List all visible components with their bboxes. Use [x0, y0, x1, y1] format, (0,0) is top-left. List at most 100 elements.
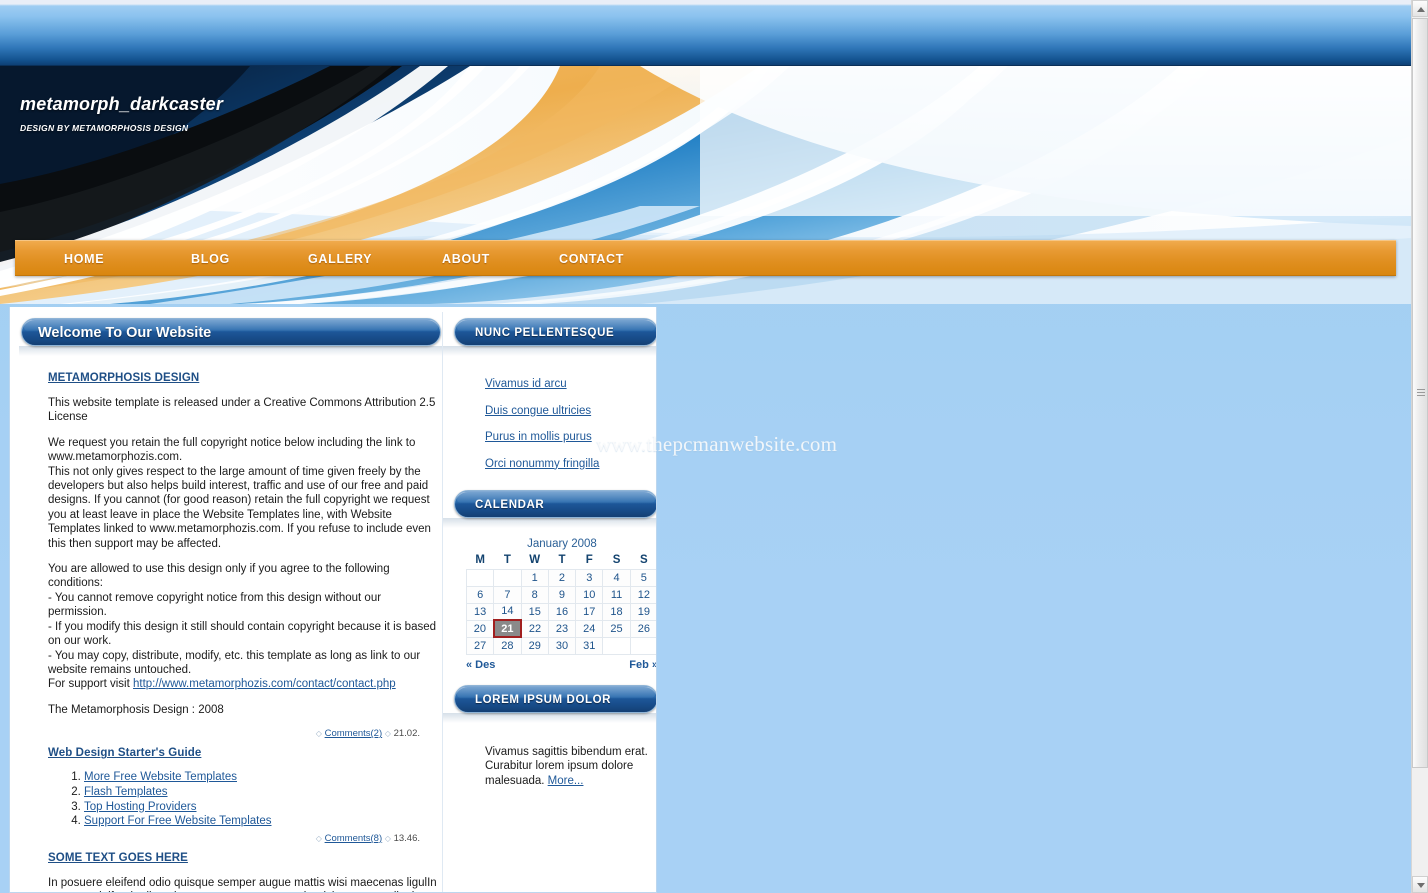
- post1-p2-line1: We request you retain the full copyright…: [48, 436, 416, 464]
- calendar-body: 1 2 3 4 5 6 7 8 9 10 11 12 13 14 15 16 17 18 19 20 21 22 23 24 2…: [465, 568, 656, 655]
- calendar-day[interactable]: 7: [493, 585, 522, 604]
- post2-link-4[interactable]: Support For Free Website Templates: [84, 815, 272, 827]
- post1-comments-link[interactable]: Comments(2): [325, 728, 383, 739]
- weekday-tue: T: [503, 553, 511, 566]
- sidebar-column: NUNC PELLENTESQUE Vivamus id arcu Duis c…: [442, 312, 656, 892]
- nunc-link-3[interactable]: Purus in mollis purus: [485, 431, 592, 443]
- calendar-week-row: 12345: [465, 568, 656, 587]
- post1-meta: ◇ Comments(2) ◇ 21.02.: [48, 728, 437, 739]
- calendar-day[interactable]: 5: [629, 568, 656, 587]
- site-brand-subtitle: DESIGN BY METAMORPHOSIS DESIGN: [20, 123, 189, 133]
- clock-icon: ◇: [384, 833, 391, 843]
- calendar-week-row: 20 21 22 23 24 25 26: [465, 619, 656, 638]
- calendar-day[interactable]: 29: [520, 636, 549, 655]
- calendar-day-today[interactable]: 21: [492, 619, 523, 638]
- calendar-day[interactable]: 6: [465, 585, 495, 604]
- post1-p2: We request you retain the full copyright…: [48, 436, 437, 551]
- calendar-week-row: 27 28 29 30 31: [465, 636, 656, 655]
- lorem-more-link[interactable]: More...: [548, 775, 584, 787]
- calendar-day[interactable]: 15: [520, 602, 549, 621]
- comment-bubble-icon: ◇: [315, 729, 322, 739]
- comment-bubble-icon: ◇: [315, 833, 322, 843]
- post2-comments-link[interactable]: Comments(8): [325, 833, 383, 844]
- calendar-day[interactable]: 11: [602, 585, 631, 604]
- nunc-link-2[interactable]: Duis congue ultricies: [485, 405, 591, 417]
- nunc-link-list: Vivamus id arcu Duis congue ultricies Pu…: [443, 374, 656, 472]
- nunc-panel-heading: NUNC PELLENTESQUE: [454, 318, 656, 346]
- calendar-day[interactable]: 17: [575, 602, 604, 621]
- calendar-day[interactable]: 24: [575, 619, 604, 638]
- post3-p1: In posuere eleifend odio quisque semper …: [48, 876, 437, 892]
- calendar-day[interactable]: 30: [547, 636, 577, 655]
- calendar-day[interactable]: 12: [629, 585, 656, 604]
- post2-time: 13.46.: [393, 832, 420, 844]
- calendar-prev-month[interactable]: « Des: [466, 659, 495, 671]
- post2-link-3[interactable]: Top Hosting Providers: [84, 801, 197, 813]
- calendar-day[interactable]: 4: [602, 568, 631, 587]
- chevron-down-icon: [1417, 883, 1425, 888]
- lorem-text-block: Vivamus sagittis bibendum erat. Curabitu…: [443, 745, 656, 789]
- post2-list: More Free Website Templates Flash Templa…: [48, 771, 437, 829]
- calendar-heading-label: CALENDAR: [475, 498, 545, 511]
- vertical-scrollbar[interactable]: [1411, 0, 1428, 893]
- weekday-sun: S: [640, 553, 648, 566]
- support-link[interactable]: http://www.metamorphozis.com/contact/con…: [133, 678, 396, 690]
- post1-support-prefix: For support visit: [48, 678, 133, 691]
- weekday-fri: F: [585, 553, 593, 566]
- nav-item-about[interactable]: ABOUT: [442, 241, 490, 277]
- heading-shadow: [443, 346, 656, 356]
- calendar-day-empty: [602, 636, 631, 655]
- calendar-day[interactable]: 22: [520, 619, 549, 638]
- list-item: Purus in mollis purus: [485, 427, 656, 445]
- post3-title[interactable]: SOME TEXT GOES HERE: [48, 852, 437, 864]
- list-item: Vivamus id arcu: [485, 374, 656, 392]
- nav-item-blog[interactable]: BLOG: [191, 241, 230, 277]
- post1-conditions: You are allowed to use this design only …: [48, 562, 437, 692]
- content-wrapper: Welcome To Our Website METAMORPHOSIS DES…: [9, 307, 657, 893]
- calendar-day[interactable]: 14: [493, 602, 522, 621]
- post1-p6: - If you modify this design it still sho…: [48, 620, 437, 648]
- post1-title[interactable]: METAMORPHOSIS DESIGN: [48, 372, 437, 384]
- calendar-day[interactable]: 2: [547, 568, 577, 587]
- scrollbar-grip-icon: [1417, 389, 1425, 397]
- calendar-navigation: « Des Feb »: [466, 655, 656, 671]
- list-item: More Free Website Templates: [84, 771, 437, 785]
- calendar-day[interactable]: 23: [547, 619, 577, 638]
- scroll-down-button[interactable]: [1412, 876, 1428, 893]
- post2-link-1[interactable]: More Free Website Templates: [84, 771, 237, 783]
- calendar-day[interactable]: 10: [575, 585, 604, 604]
- calendar-day[interactable]: 25: [602, 619, 631, 638]
- list-item: Orci nonummy fringilla: [485, 454, 656, 472]
- nunc-heading-label: NUNC PELLENTESQUE: [475, 327, 615, 339]
- nunc-link-4[interactable]: Orci nonummy fringilla: [485, 458, 599, 470]
- calendar-day[interactable]: 26: [629, 619, 656, 638]
- post2-link-2[interactable]: Flash Templates: [84, 786, 168, 798]
- calendar-day[interactable]: 8: [520, 585, 549, 604]
- calendar-day-empty: [493, 568, 522, 587]
- lorem-panel-heading: LOREM IPSUM DOLOR: [454, 684, 656, 713]
- list-item: Duis congue ultricies: [485, 401, 656, 419]
- calendar-day[interactable]: 1: [520, 568, 549, 587]
- nav-item-home[interactable]: HOME: [64, 241, 104, 277]
- post2-meta: ◇ Comments(8) ◇ 13.46.: [48, 833, 437, 844]
- nunc-link-1[interactable]: Vivamus id arcu: [485, 378, 567, 390]
- post1-time: 21.02.: [393, 728, 420, 740]
- calendar-day[interactable]: 27: [465, 636, 495, 655]
- post2-title[interactable]: Web Design Starter's Guide: [48, 747, 437, 759]
- heading-shadow: [19, 346, 447, 356]
- nav-item-gallery[interactable]: GALLERY: [308, 241, 372, 277]
- calendar-day[interactable]: 3: [575, 568, 604, 587]
- calendar-day[interactable]: 20: [465, 619, 495, 638]
- calendar-day[interactable]: 19: [629, 602, 656, 621]
- calendar-day[interactable]: 31: [575, 636, 604, 655]
- calendar-next-month[interactable]: Feb »: [629, 659, 656, 671]
- scroll-up-button[interactable]: [1412, 0, 1428, 17]
- calendar-day[interactable]: 13: [465, 602, 495, 621]
- nav-item-contact[interactable]: CONTACT: [559, 241, 624, 277]
- calendar-day[interactable]: 16: [547, 602, 577, 621]
- clock-icon: ◇: [384, 729, 391, 739]
- calendar-day[interactable]: 18: [602, 602, 631, 621]
- calendar-day[interactable]: 28: [493, 636, 522, 655]
- calendar-day[interactable]: 9: [547, 585, 577, 604]
- scrollbar-thumb[interactable]: [1412, 18, 1428, 768]
